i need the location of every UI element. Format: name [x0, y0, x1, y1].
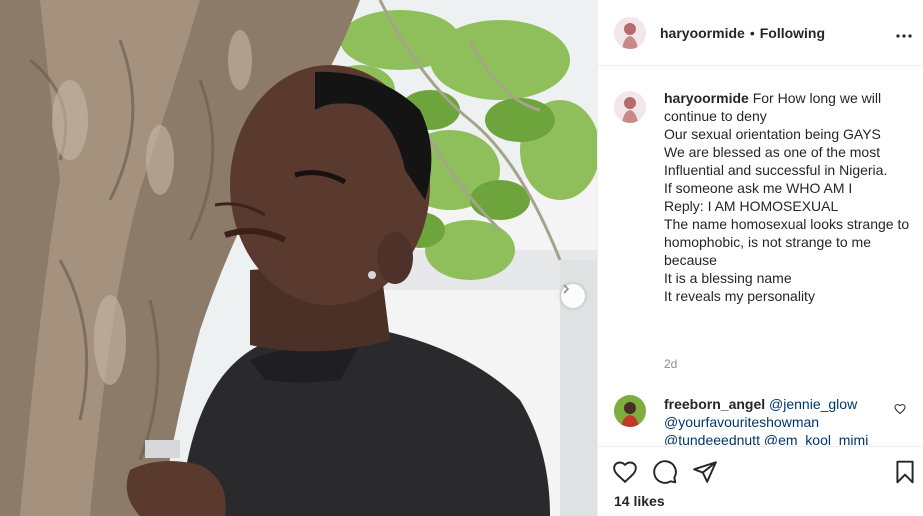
mention-link[interactable]: @em_kool_mimi: [764, 432, 868, 445]
mention-link[interactable]: @jennie_glow: [769, 396, 857, 412]
more-horizontal-icon: [896, 25, 912, 41]
more-options-button[interactable]: [892, 21, 916, 45]
caption-username[interactable]: haryoormide: [664, 90, 749, 106]
post-caption: haryoormide For How long we will continu…: [614, 89, 914, 305]
caption-line: It reveals my personality: [664, 288, 815, 304]
comment-bubble-icon: [652, 460, 678, 488]
avatar[interactable]: [614, 91, 646, 123]
save-button[interactable]: [892, 459, 918, 485]
comment-username[interactable]: freeborn_angel: [664, 396, 765, 412]
comment-button[interactable]: [652, 459, 678, 485]
separator-dot: •: [749, 24, 755, 41]
post-age[interactable]: 2d: [664, 357, 677, 371]
post-actions: 14 likes: [598, 446, 923, 516]
next-photo-button[interactable]: [561, 284, 585, 308]
mention-link[interactable]: @yourfavouriteshowman: [664, 414, 819, 430]
list-item: freeborn_angel @jennie_glow @yourfavouri…: [614, 395, 914, 445]
bookmark-icon: [892, 460, 918, 488]
paper-plane-icon: [692, 461, 718, 488]
caption-line: If someone ask me WHO AM I: [664, 180, 853, 196]
heart-icon: [894, 402, 906, 418]
like-comment-button[interactable]: [894, 402, 906, 418]
like-button[interactable]: [612, 459, 638, 485]
post-author-username[interactable]: haryoormide: [660, 25, 745, 41]
post-photo[interactable]: [0, 0, 597, 516]
comment-text: freeborn_angel @jennie_glow @yourfavouri…: [664, 395, 894, 445]
caption-line: Reply: I AM HOMOSEXUAL: [664, 198, 839, 214]
avatar[interactable]: [614, 395, 646, 427]
caption-line: The name homosexual looks strange to hom…: [664, 216, 914, 268]
comments-list[interactable]: haryoormide For How long we will continu…: [598, 67, 923, 445]
likes-count[interactable]: 14 likes: [614, 493, 665, 509]
caption-line: We are blessed as one of the most Influe…: [664, 144, 888, 178]
post-header: haryoormide • Following: [598, 0, 923, 66]
share-button[interactable]: [692, 459, 718, 485]
following-button[interactable]: Following: [760, 25, 825, 41]
post-dialog: haryoormide • Following haryoormide For …: [0, 0, 923, 516]
caption-text: haryoormide For How long we will continu…: [664, 89, 914, 305]
caption-line: Our sexual orientation being GAYS: [664, 126, 881, 142]
photo-illustration: [0, 0, 597, 516]
heart-icon: [612, 461, 638, 488]
avatar[interactable]: [614, 16, 646, 49]
post-side-panel: haryoormide • Following haryoormide For …: [597, 0, 923, 516]
mention-link[interactable]: @tundeeednutt: [664, 432, 760, 445]
caption-line: It is a blessing name: [664, 270, 792, 286]
